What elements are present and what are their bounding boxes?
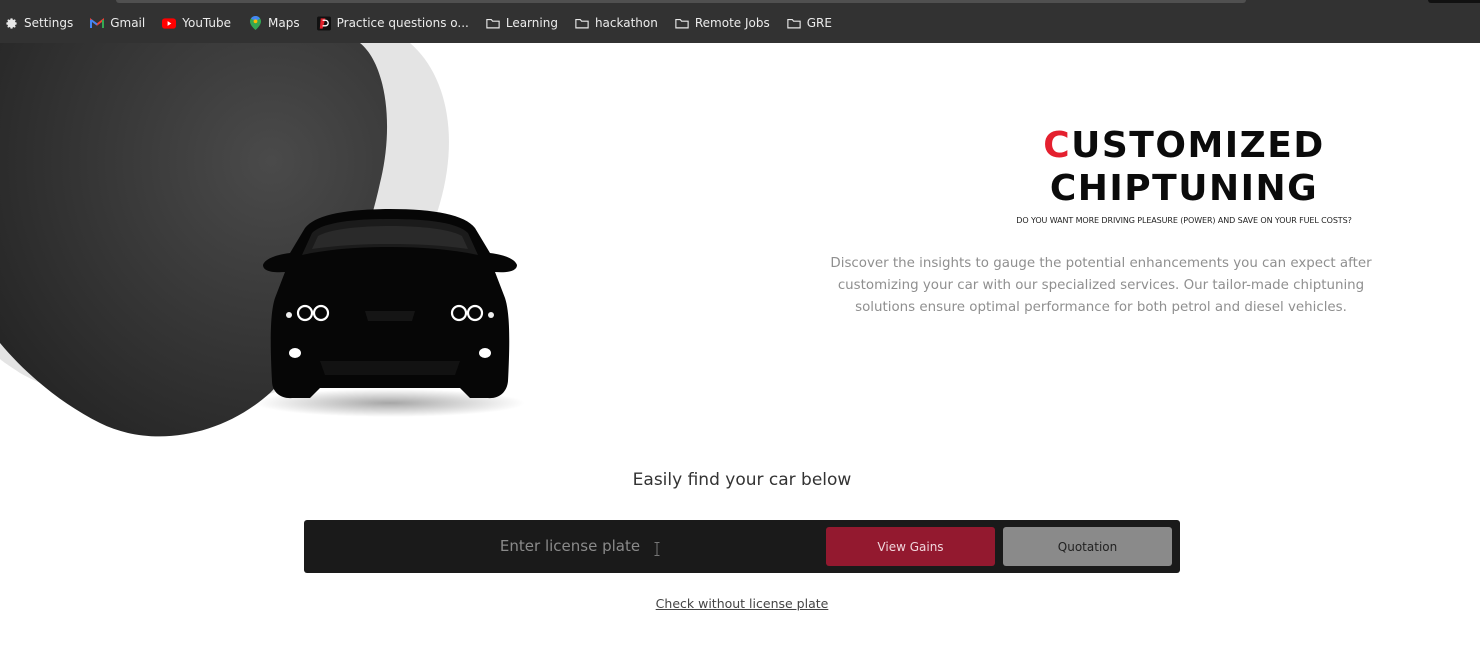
bookmark-label: YouTube xyxy=(182,16,232,30)
bookmark-hackathon[interactable]: hackathon xyxy=(575,16,658,30)
bookmark-label: hackathon xyxy=(594,16,658,30)
youtube-icon xyxy=(162,16,177,30)
finder-heading: Easily find your car below xyxy=(632,470,852,490)
bookmark-remote-jobs[interactable]: Remote Jobs xyxy=(675,16,770,30)
bookmark-settings[interactable]: Settings xyxy=(4,16,73,30)
bookmark-youtube[interactable]: YouTube xyxy=(162,16,231,30)
bookmark-label: Practice questions o... xyxy=(336,16,469,30)
bookmark-label: Remote Jobs xyxy=(694,16,770,30)
bookmark-label: Settings xyxy=(24,16,74,30)
bookmarks-list: Settings Gmail YouTube Maps Practice que… xyxy=(4,14,849,32)
gmail-icon xyxy=(90,16,105,30)
bookmarks-bar: Settings Gmail YouTube Maps Practice que… xyxy=(0,0,1480,43)
profile-edge[interactable] xyxy=(1428,0,1480,3)
title-line1: USTOMIZED xyxy=(1071,125,1325,166)
bookmark-practice-questions[interactable]: Practice questions o... xyxy=(316,16,469,30)
hero-description: Discover the insights to gauge the poten… xyxy=(830,256,1372,315)
bookmark-label: Gmail xyxy=(110,16,146,30)
bookmark-gmail[interactable]: Gmail xyxy=(90,16,145,30)
practice-site-icon xyxy=(316,16,331,30)
bookmark-learning[interactable]: Learning xyxy=(486,16,558,30)
bookmark-label: Learning xyxy=(505,16,558,30)
bookmark-label: GRE xyxy=(806,16,832,30)
quotation-button[interactable]: Quotation xyxy=(1003,527,1172,566)
gear-icon xyxy=(4,16,18,30)
license-plate-input[interactable] xyxy=(330,532,810,560)
folder-icon xyxy=(787,16,801,30)
title-line2: CHIPTUNING xyxy=(1049,168,1319,209)
bookmark-gre[interactable]: GRE xyxy=(787,16,832,30)
folder-icon xyxy=(575,16,589,30)
bookmark-label: Maps xyxy=(268,16,300,30)
bookmark-maps[interactable]: Maps xyxy=(248,16,300,30)
hero-graphic xyxy=(0,43,560,453)
folder-icon xyxy=(675,16,689,30)
check-without-plate-link[interactable]: Check without license plate xyxy=(560,596,924,611)
title-accent-letter: C xyxy=(1043,125,1072,166)
view-gains-button[interactable]: View Gains xyxy=(826,527,995,566)
hero-subtitle: DO YOU WANT MORE DRIVING PLEASURE (POWER… xyxy=(1016,216,1352,225)
maps-pin-icon xyxy=(248,16,262,30)
folder-icon xyxy=(486,16,500,30)
hero-title: CUSTOMIZED CHIPTUNING xyxy=(1040,124,1328,210)
text-cursor-icon xyxy=(654,541,660,556)
address-bar-edge[interactable] xyxy=(116,0,1246,3)
